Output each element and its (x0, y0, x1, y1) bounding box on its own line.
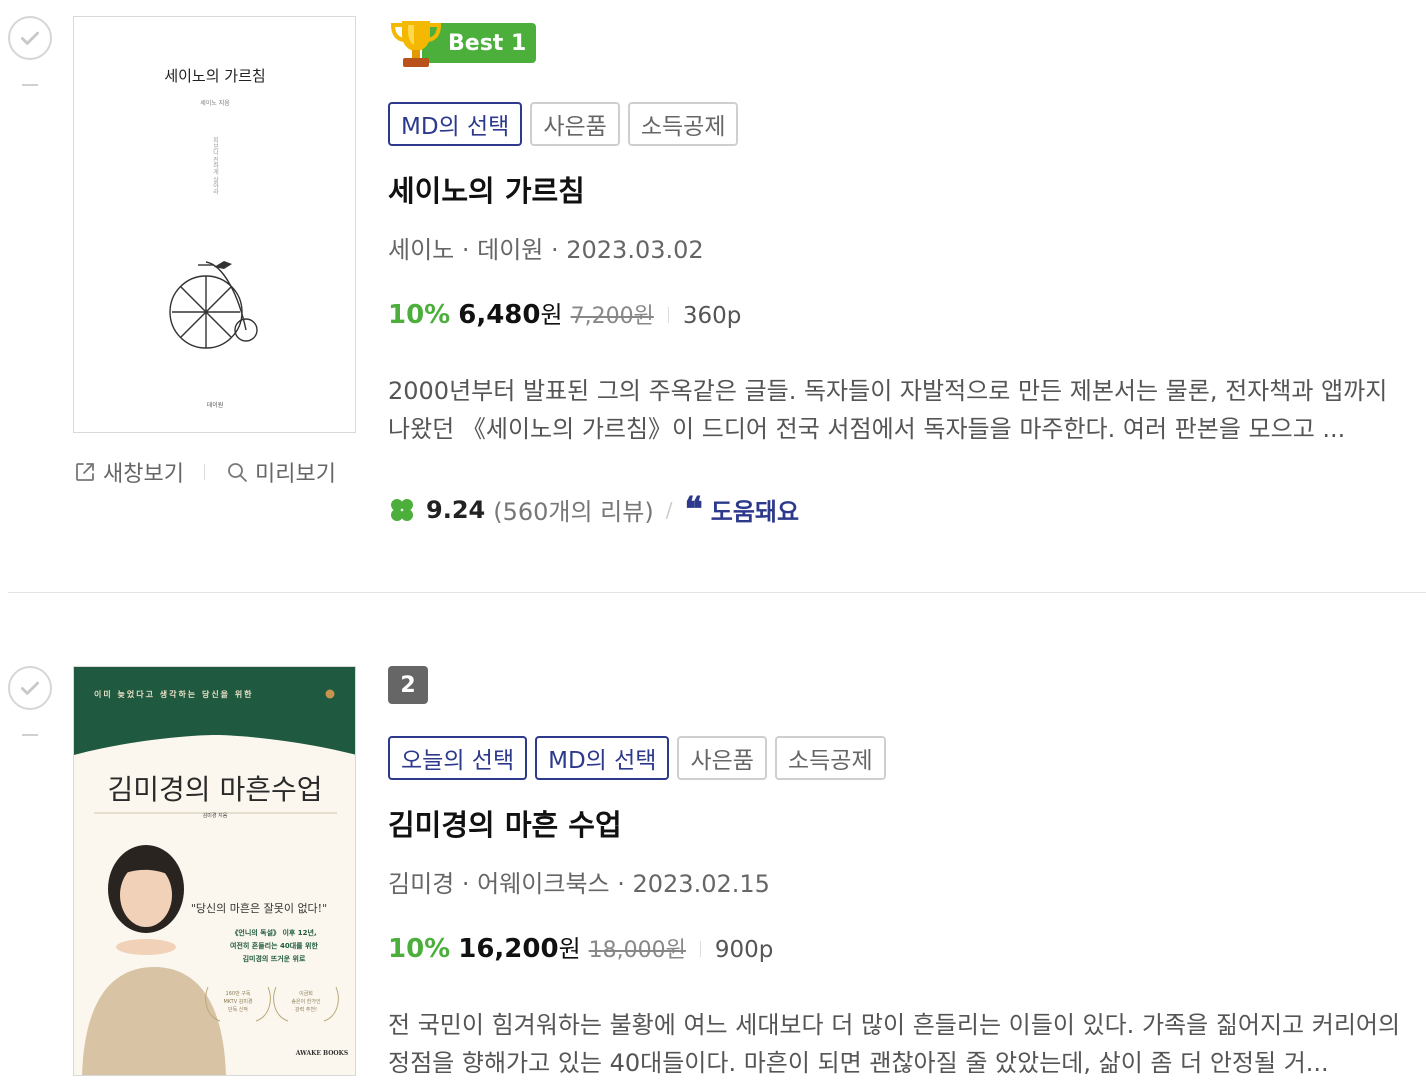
svg-text:김미경의 마흔수업: 김미경의 마흔수업 (108, 773, 323, 806)
tag-tax-deduction: 소득공제 (627, 102, 739, 146)
external-link-icon (76, 463, 94, 481)
divider-dash (22, 734, 38, 736)
page-count: 360p (682, 303, 742, 329)
book-meta: 김미경 · 어웨이크북스 · 2023.02.15 (388, 870, 770, 898)
book-meta: 세이노 · 데이원 · 2023.03.02 (388, 236, 704, 264)
helpful-review-link[interactable]: 도움돼요 (711, 492, 799, 527)
review-count[interactable]: (560개의 리뷰) (493, 492, 653, 527)
book-title[interactable]: 세이노의 가르침 (388, 168, 1414, 210)
search-icon (228, 463, 247, 482)
svg-text:이금희: 이금희 (299, 990, 313, 997)
currency-unit: 원 (558, 935, 581, 963)
check-icon (21, 31, 39, 45)
svg-text:강력 추천!: 강력 추천! (295, 1006, 317, 1013)
quote-icon: ❝ (684, 489, 703, 530)
book-cover[interactable]: 세이노의 가르침 세이노 지음 피보다 진하게 살아라 데이원 (73, 16, 356, 433)
svg-text:160만 구독: 160만 구독 (226, 990, 251, 997)
review-separator: / (665, 497, 673, 522)
svg-text:이미 늦었다고 생각하는 당신을 위한: 이미 늦었다고 생각하는 당신을 위한 (94, 689, 254, 699)
svg-text:MKTV 김미경: MKTV 김미경 (223, 998, 252, 1005)
new-window-button[interactable]: 새창보기 (73, 456, 184, 488)
svg-text:세이노의 가르침: 세이노의 가르침 (164, 67, 265, 85)
svg-text:피보다 진하게 살아라: 피보다 진하게 살아라 (212, 136, 219, 196)
review-score: 9.24 (426, 495, 486, 524)
price-separator (667, 307, 669, 323)
sale-price: 16,200 (458, 934, 559, 964)
original-price: 7,200원 (570, 304, 654, 329)
book-description: 전 국민이 힘겨워하는 불황에 여느 세대보다 더 많이 흔들리는 이들이 있다… (388, 1011, 1401, 1077)
book-cover-image: 이미 늦었다고 생각하는 당신을 위한 김미경의 마흔수업 김미경 지음 "당신… (74, 667, 355, 1075)
price-separator (699, 941, 701, 957)
tag-gift: 사은품 (677, 736, 767, 780)
preview-label: 미리보기 (254, 462, 336, 487)
svg-text:"당신의 마흔은 잘못이 없다!": "당신의 마흔은 잘못이 없다!" (191, 902, 327, 915)
book-cover-image: 세이노의 가르침 세이노 지음 피보다 진하게 살아라 데이원 (74, 17, 355, 432)
svg-text:단독 신작: 단독 신작 (228, 1006, 248, 1013)
action-separator (203, 464, 205, 480)
discount-rate: 10% (388, 300, 451, 330)
tag-gift: 사은품 (530, 102, 620, 146)
tag-list: MD의 선택 사은품 소득공제 (388, 102, 1414, 146)
rank-badge: Best 1 (388, 14, 1414, 72)
new-window-label: 새창보기 (103, 462, 184, 487)
divider-dash (22, 84, 38, 86)
page-count: 900p (714, 937, 774, 963)
price-row: 10% 6,480 원 7,200원 360p (388, 295, 1414, 330)
tag-md-choice: MD의 선택 (388, 102, 523, 146)
svg-text:송은이 한가인: 송은이 한가인 (291, 998, 321, 1005)
check-icon (21, 681, 39, 695)
svg-text:세이노 지음: 세이노 지음 (200, 99, 230, 107)
svg-text:김미경 지음: 김미경 지음 (203, 812, 228, 819)
svg-text:《언니의 독설》 이후 12년,: 《언니의 독설》 이후 12년, (231, 928, 316, 937)
clover-icon (391, 498, 413, 521)
tag-md-choice: MD의 선택 (535, 736, 670, 780)
svg-text:김미경의 뜨거운 위로: 김미경의 뜨거운 위로 (243, 954, 306, 963)
price-row: 10% 16,200 원 18,000원 900p (388, 929, 1414, 964)
select-checkbox[interactable] (8, 16, 52, 60)
svg-text:데이원: 데이원 (207, 401, 224, 409)
svg-text:AWAKE BOOKS: AWAKE BOOKS (295, 1050, 348, 1057)
book-info: Best 1 MD의 선택 사은품 소득공제 세이노의 가르침 세이노 · 데이… (388, 14, 1414, 527)
book-info: 2 오늘의 선택 MD의 선택 사은품 소득공제 김미경의 마흔 수업 김미경 … (388, 666, 1414, 1082)
trophy-icon (390, 21, 442, 67)
select-checkbox[interactable] (8, 666, 52, 710)
cover-actions: 새창보기 미리보기 (73, 456, 356, 488)
book-description: 2000년부터 발표된 그의 주옥같은 글들. 독자들이 자발적으로 만든 제본… (388, 377, 1388, 443)
preview-button[interactable]: 미리보기 (225, 456, 336, 488)
rank-badge: 2 (388, 666, 428, 704)
discount-rate: 10% (388, 934, 451, 964)
book-list-item: 이미 늦었다고 생각하는 당신을 위한 김미경의 마흔수업 김미경 지음 "당신… (0, 648, 1426, 1092)
sale-price: 6,480 (458, 300, 541, 330)
tag-list: 오늘의 선택 MD의 선택 사은품 소득공제 (388, 736, 1414, 780)
original-price: 18,000원 (588, 938, 686, 963)
item-divider (8, 592, 1426, 593)
tag-tax-deduction: 소득공제 (774, 736, 886, 780)
book-title[interactable]: 김미경의 마흔 수업 (388, 802, 1414, 844)
tag-today-choice: 오늘의 선택 (388, 736, 528, 780)
book-cover[interactable]: 이미 늦었다고 생각하는 당신을 위한 김미경의 마흔수업 김미경 지음 "당신… (73, 666, 356, 1076)
svg-text:여전히 흔들리는 40대를 위한: 여전히 흔들리는 40대를 위한 (230, 941, 318, 950)
currency-unit: 원 (540, 301, 563, 329)
review-row: 9.24 (560개의 리뷰) / ❝ 도움돼요 (388, 492, 1414, 527)
book-list-item: 세이노의 가르침 세이노 지음 피보다 진하게 살아라 데이원 새창보기 미리보… (0, 0, 1426, 594)
